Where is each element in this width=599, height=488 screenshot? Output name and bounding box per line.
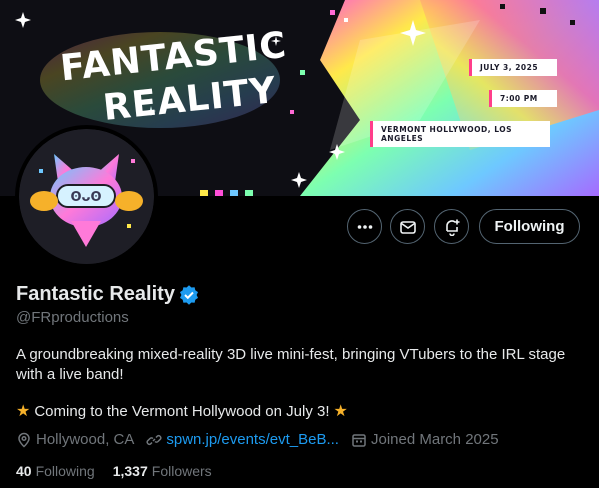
bio-text: A groundbreaking mixed-reality 3D live m… [16, 346, 566, 383]
following-label: Following [35, 463, 95, 479]
mail-icon [399, 220, 416, 234]
more-button[interactable] [347, 209, 382, 244]
star-icon: ★ [16, 403, 31, 420]
display-name: Fantastic Reality [16, 283, 175, 305]
following-stat[interactable]: 40 Following [16, 463, 95, 479]
bio-announcement-text: Coming to the Vermont Hollywood on July … [34, 402, 330, 420]
link-icon [146, 434, 162, 445]
banner-date-tag: JULY 3, 2025 [469, 59, 557, 76]
avatar-image: ʘᴗʘ [19, 129, 154, 264]
handle: @FRproductions [16, 309, 129, 326]
profile-meta: Hollywood, CA spwn.jp/events/evt_BeB... … [16, 431, 511, 448]
website[interactable]: spwn.jp/events/evt_BeB... [146, 431, 339, 448]
location: Hollywood, CA [16, 431, 134, 448]
followers-stat[interactable]: 1,337 Followers [113, 463, 212, 479]
location-text: Hollywood, CA [36, 431, 135, 448]
star-icon: ★ [333, 403, 348, 420]
bio-announcement: ★ Coming to the Vermont Hollywood on Jul… [16, 401, 348, 421]
calendar-icon [352, 433, 366, 447]
follow-stats: 40 Following 1,337 Followers [16, 463, 230, 479]
svg-text:ʘᴗʘ: ʘᴗʘ [70, 190, 101, 205]
join-date-text: Joined March 2025 [370, 431, 499, 448]
banner-venue-tag: VERMONT HOLLYWOOD, LOS ANGELES [370, 121, 550, 147]
following-button[interactable]: Following [479, 209, 580, 244]
verified-badge-icon[interactable] [179, 284, 199, 305]
message-button[interactable] [390, 209, 425, 244]
avatar[interactable]: ʘᴗʘ [15, 125, 158, 268]
location-pin-icon [18, 432, 30, 448]
followers-count: 1,337 [112, 463, 148, 479]
bell-plus-icon [445, 219, 459, 236]
notify-button[interactable] [434, 209, 469, 244]
following-count: 40 [16, 463, 32, 479]
followers-label: Followers [151, 463, 212, 479]
banner-time-tag: 7:00 PM [489, 90, 557, 107]
join-date: Joined March 2025 [351, 431, 499, 448]
name-row: Fantastic Reality [16, 283, 199, 306]
more-icon [357, 224, 372, 229]
website-link[interactable]: spwn.jp/events/evt_BeB... [166, 431, 339, 448]
